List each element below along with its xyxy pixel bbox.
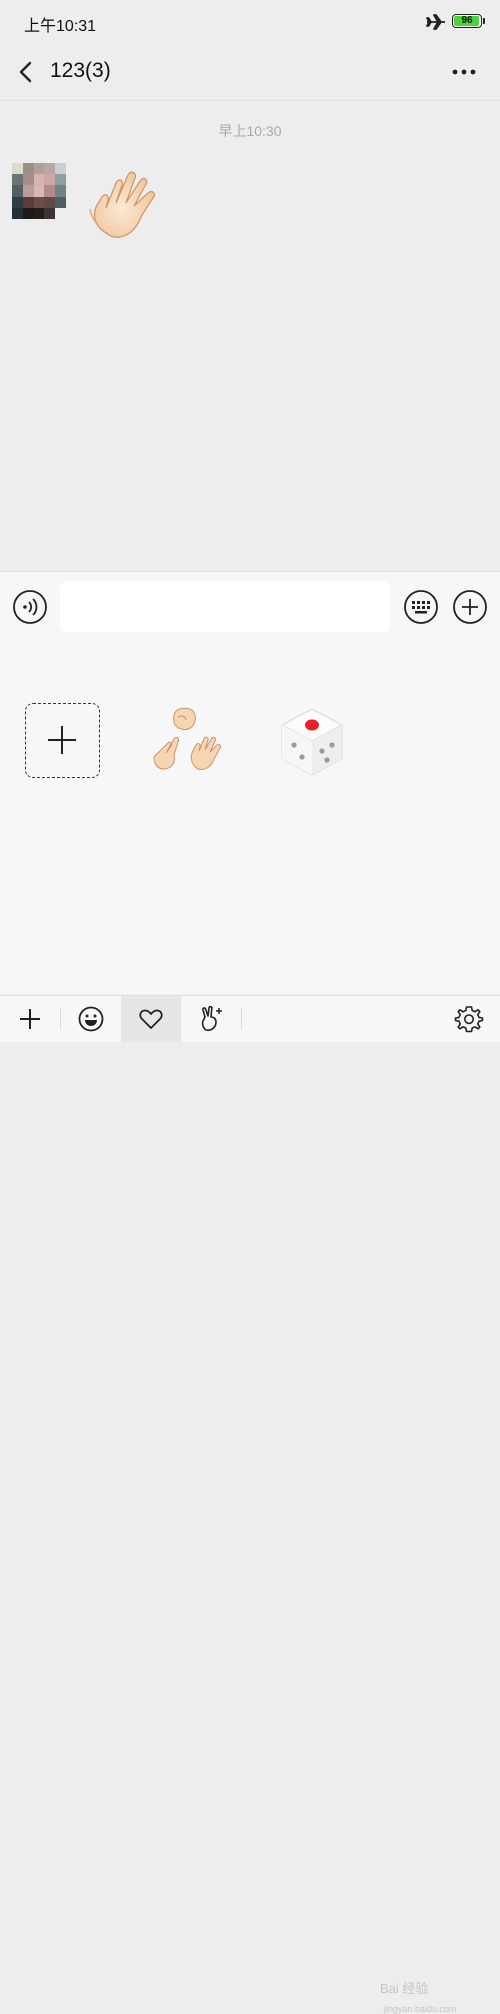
tab-add[interactable] <box>0 996 60 1042</box>
heart-icon <box>139 1009 163 1029</box>
tab-gestures[interactable] <box>181 996 241 1042</box>
battery-percent: 96 <box>461 15 473 26</box>
battery-indicator: 96 <box>452 14 485 28</box>
message-timestamp: 早上10:30 <box>218 123 282 139</box>
battery-tip <box>483 18 485 24</box>
avatar[interactable] <box>12 163 66 219</box>
tab-emoji[interactable] <box>61 996 121 1042</box>
chat-area[interactable]: 早上10:30 <box>0 101 500 571</box>
more-dots-icon[interactable] <box>448 58 480 86</box>
chat-header: 123(3) <box>0 44 500 101</box>
tab-divider <box>241 1008 242 1030</box>
watermark-url: jingyan.baidu.com <box>384 2004 457 2014</box>
message-input[interactable] <box>60 582 390 632</box>
status-time: 上午10:31 <box>24 18 97 35</box>
plus-circle-icon[interactable] <box>452 589 488 625</box>
dice-sticker[interactable] <box>278 705 346 777</box>
keyboard-icon[interactable] <box>403 589 439 625</box>
waving-hand-sticker[interactable] <box>82 163 164 245</box>
plus-icon <box>48 726 76 754</box>
gear-icon[interactable] <box>454 1004 484 1034</box>
chevron-left-icon[interactable] <box>12 58 40 86</box>
input-bar <box>0 571 500 643</box>
add-sticker-button[interactable] <box>25 703 100 778</box>
status-bar: 上午10:31 96 <box>0 0 500 44</box>
voice-icon[interactable] <box>12 589 48 625</box>
sticker-tab-bar: Bai 经验 jingyan.baidu.com <box>0 995 500 2014</box>
airplane-icon <box>426 14 445 30</box>
watermark-text: Bai 经验 <box>380 1981 429 1996</box>
chat-title: 123(3) <box>50 59 111 82</box>
sticker-panel <box>0 642 500 994</box>
smiley-icon <box>78 1006 104 1032</box>
rock-paper-scissors-sticker[interactable] <box>148 705 228 781</box>
tab-favorites[interactable] <box>121 996 181 1042</box>
plus-icon <box>20 1009 40 1029</box>
victory-hand-icon <box>201 1005 222 1031</box>
